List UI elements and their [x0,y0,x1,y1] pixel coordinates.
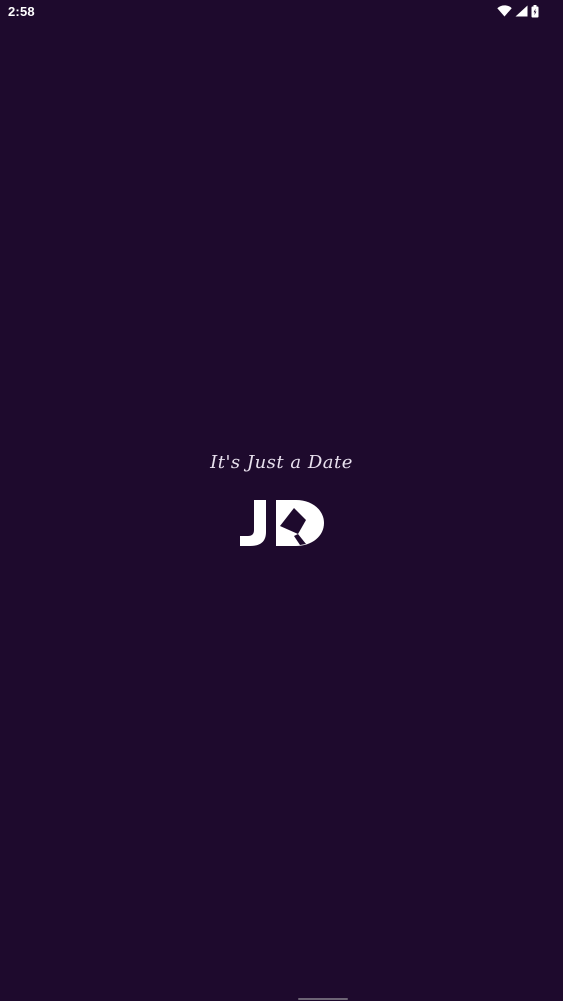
home-indicator[interactable] [298,998,348,1000]
status-time: 2:58 [8,4,35,19]
signal-icon [515,5,528,17]
status-bar: 2:58 [0,0,563,24]
battery-icon [531,4,539,18]
splash-content: It's Just a Date [0,448,563,558]
wifi-icon [497,5,512,17]
status-icons [497,4,539,18]
tagline: It's Just a Date [210,452,353,473]
splash-screen: 2:58 It's Just a Date [0,0,563,1001]
app-logo [236,498,328,548]
jd-logo-icon [240,500,324,546]
